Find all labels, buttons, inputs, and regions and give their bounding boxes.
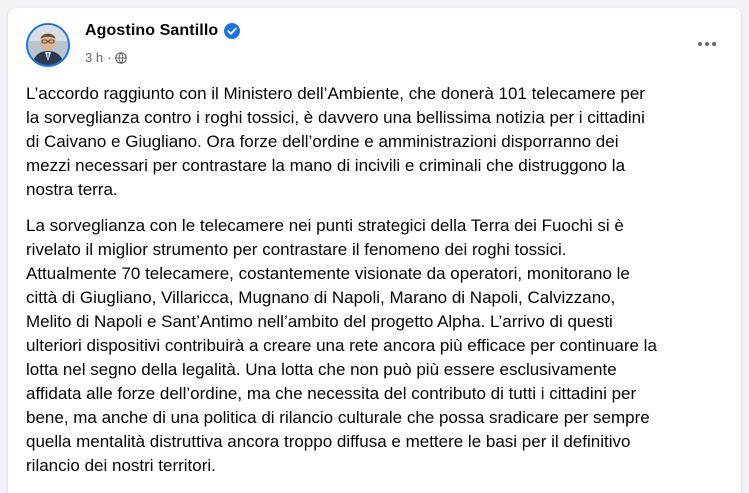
more-options-icon[interactable]: [689, 32, 725, 56]
more-dot: [712, 42, 716, 46]
more-dot: [705, 42, 709, 46]
post-card: Agostino Santillo 3 h · L’accordo raggiu…: [8, 8, 741, 493]
meta-separator: ·: [107, 50, 112, 65]
author-avatar[interactable]: [26, 23, 70, 67]
avatar-photo: [28, 25, 68, 65]
post-text: L’accordo raggiunto con il Ministero del…: [26, 82, 736, 490]
author-name[interactable]: Agostino Santillo: [85, 22, 218, 40]
globe-icon[interactable]: [115, 51, 128, 64]
verified-badge-icon: [224, 23, 241, 39]
post-paragraph-2: La sorveglianza con le telecamere nei pu…: [26, 216, 657, 475]
author-header: Agostino Santillo: [85, 22, 241, 40]
more-dot: [698, 42, 702, 46]
post-meta: 3 h ·: [85, 50, 128, 65]
post-timestamp[interactable]: 3 h: [85, 50, 103, 65]
post-paragraph-1: L’accordo raggiunto con il Ministero del…: [26, 84, 645, 199]
